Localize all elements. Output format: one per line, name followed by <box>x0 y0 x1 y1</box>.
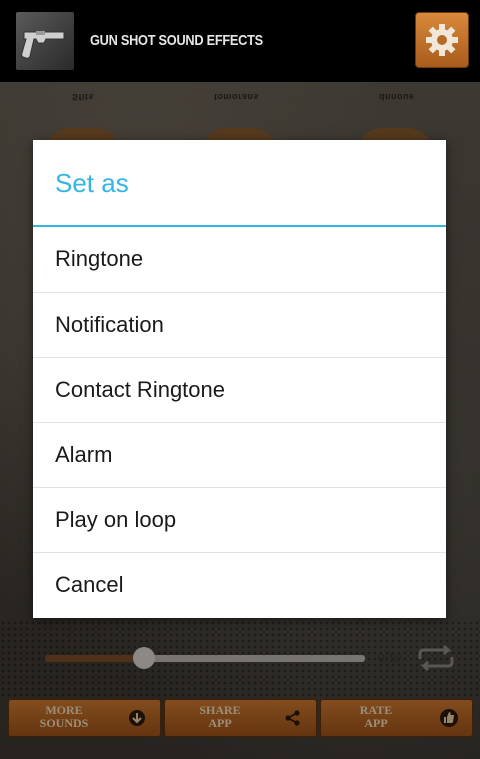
option-alarm[interactable]: Alarm <box>33 422 446 487</box>
option-contact-ringtone[interactable]: Contact Ringtone <box>33 357 446 422</box>
option-notification-label: Notification <box>55 312 164 337</box>
option-contact-ringtone-label: Contact Ringtone <box>55 377 225 402</box>
settings-button[interactable] <box>415 12 469 68</box>
option-alarm-label: Alarm <box>55 442 113 467</box>
option-notification[interactable]: Notification <box>33 292 446 357</box>
option-cancel-label: Cancel <box>55 572 124 597</box>
set-as-dialog: Set as Ringtone Notification Contact Rin… <box>33 140 446 618</box>
option-ringtone[interactable]: Ringtone <box>33 227 446 291</box>
option-play-on-loop[interactable]: Play on loop <box>33 487 446 552</box>
app-title: GUN SHOT SOUND EFFECTS <box>90 32 263 49</box>
dialog-title: Set as <box>55 168 129 198</box>
gear-icon <box>426 24 458 56</box>
revolver-icon <box>21 31 65 59</box>
app-logo <box>16 12 74 70</box>
option-ringtone-label: Ringtone <box>55 246 144 271</box>
app-bar: GUN SHOT SOUND EFFECTS <box>0 0 480 82</box>
option-play-on-loop-label: Play on loop <box>55 507 177 532</box>
option-cancel[interactable]: Cancel <box>33 552 446 617</box>
